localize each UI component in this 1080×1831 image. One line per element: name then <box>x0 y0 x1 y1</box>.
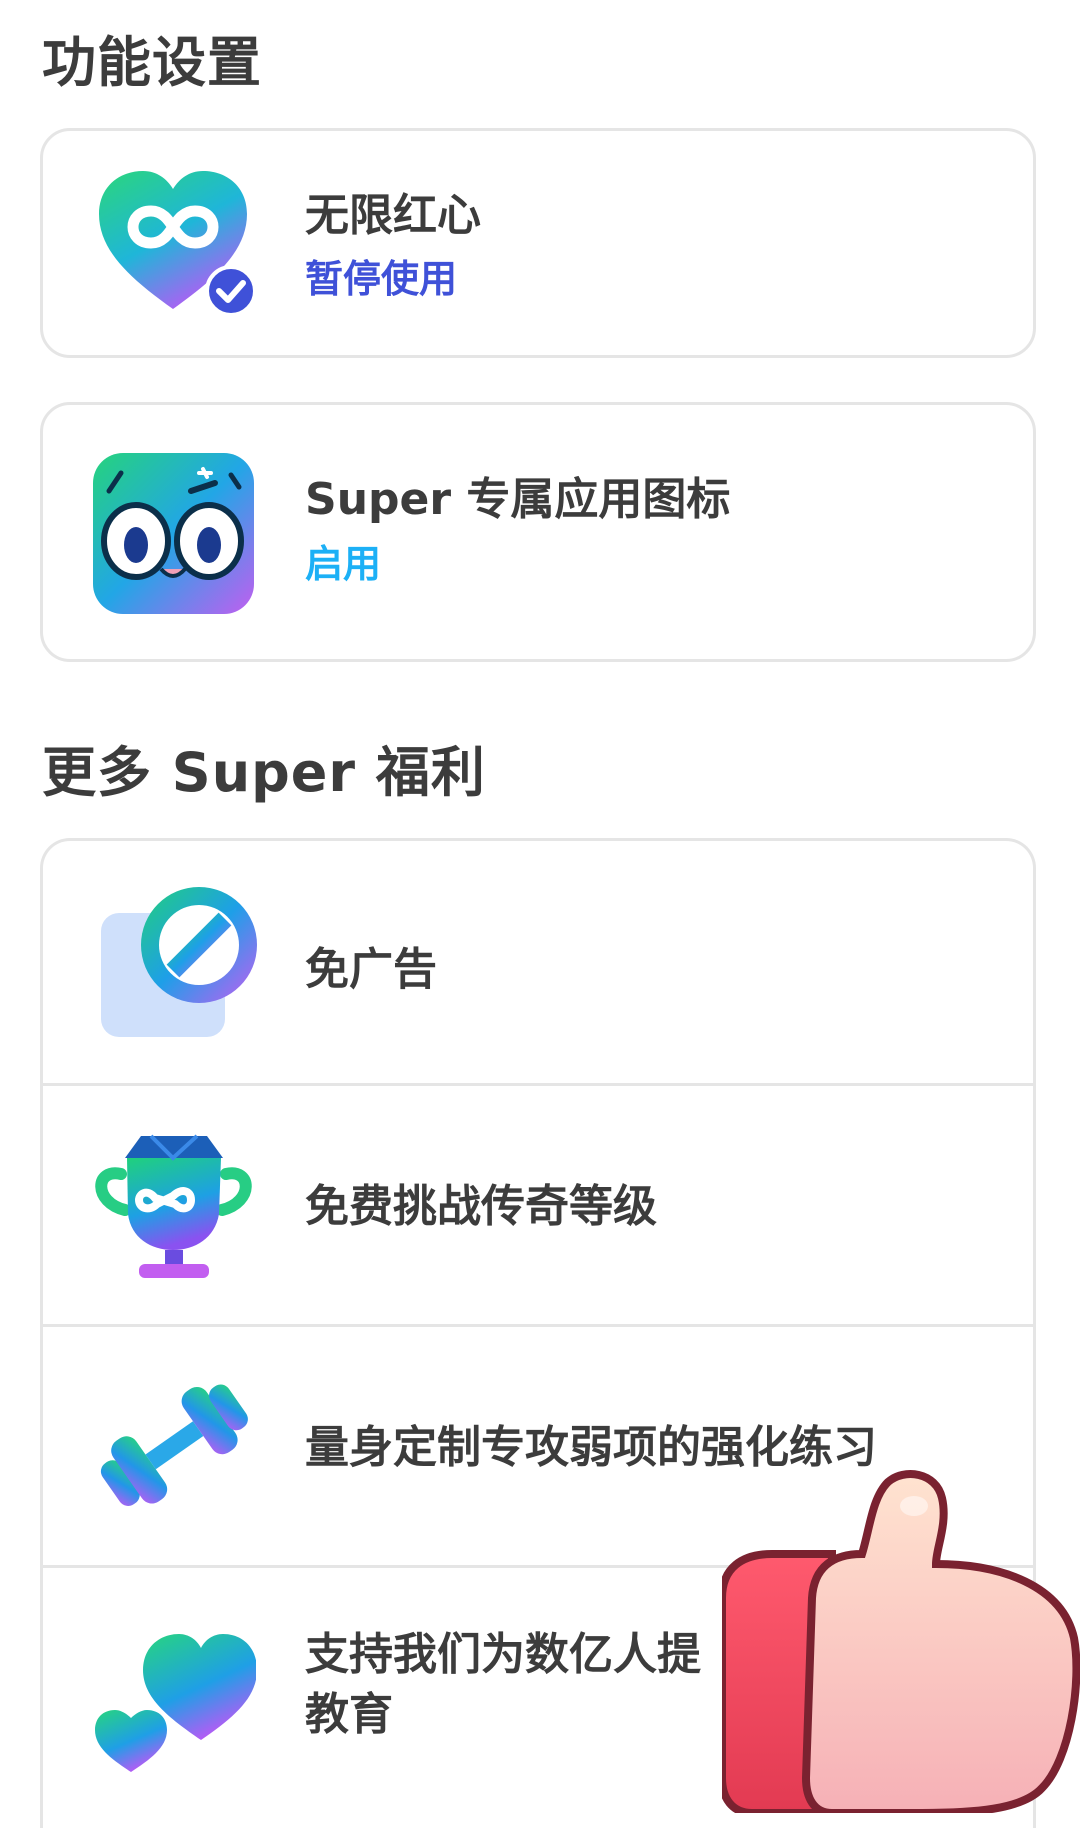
pause-usage-link[interactable]: 暂停使用 <box>305 248 457 303</box>
no-ads-label: 免广告 <box>305 944 437 995</box>
super-app-icon-label: Super 专属应用图标 <box>305 474 731 525</box>
list-item-legendary: 免费挑战传奇等级 <box>43 1086 1033 1324</box>
legendary-trophy-icon <box>95 1134 252 1278</box>
unlimited-hearts-card[interactable]: 无限红心 暂停使用 <box>40 128 1036 358</box>
super-app-icon-card[interactable]: Super 专属应用图标 启用 <box>40 402 1036 662</box>
legendary-label: 免费挑战传奇等级 <box>305 1181 657 1232</box>
practice-label: 量身定制专攻弱项的强化练习 <box>305 1422 877 1473</box>
enable-link[interactable]: 启用 <box>305 533 381 588</box>
support-label-line2: 教育 <box>305 1689 393 1740</box>
hearts-icon <box>95 1634 256 1772</box>
support-label-line1: 支持我们为数亿人提 <box>305 1629 701 1680</box>
thumbs-up-icon <box>722 1470 1080 1813</box>
list-item-no-ads: 免广告 <box>43 841 1033 1083</box>
dumbbell-icon <box>100 1384 248 1506</box>
super-owl-app-icon <box>93 453 254 614</box>
infinity-heart-icon <box>99 171 256 317</box>
no-ads-icon <box>101 887 257 1037</box>
unlimited-hearts-label: 无限红心 <box>305 190 481 241</box>
more-benefits-title: 更多 Super 福利 <box>42 741 486 804</box>
feature-settings-title: 功能设置 <box>42 31 262 94</box>
